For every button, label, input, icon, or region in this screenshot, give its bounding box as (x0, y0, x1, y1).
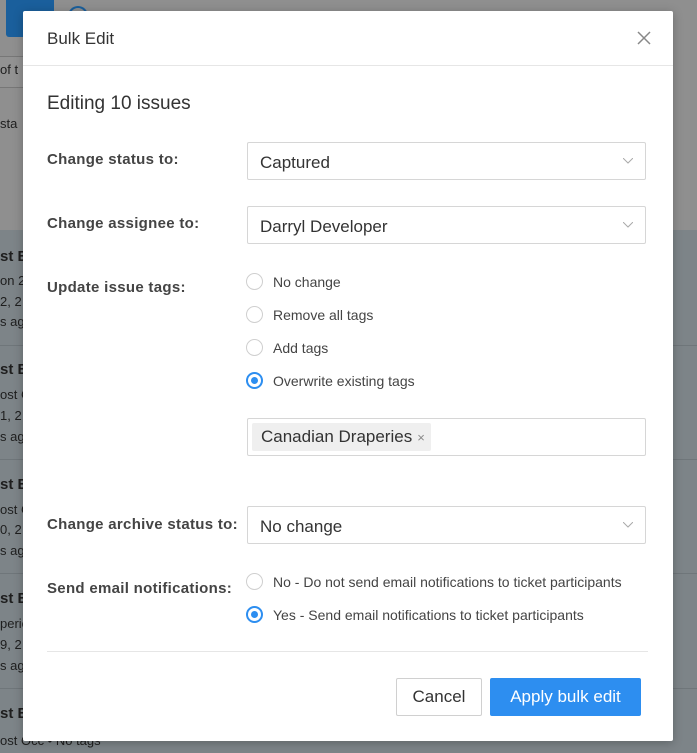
radio-button-selected[interactable] (246, 372, 263, 389)
archive-label: Change archive status to: (47, 516, 238, 533)
chevron-down-icon (623, 222, 633, 228)
modal-header: Bulk Edit (23, 11, 673, 66)
radio-button[interactable] (246, 573, 263, 590)
email-label: Send email notifications: (47, 580, 233, 597)
remove-tag-icon[interactable]: × (417, 430, 425, 445)
assignee-select[interactable]: Darryl Developer (247, 206, 646, 244)
radio-label: Remove all tags (273, 307, 374, 323)
tags-label: Update issue tags: (47, 279, 186, 296)
radio-label: Overwrite existing tags (273, 373, 415, 389)
radio-button-selected[interactable] (246, 606, 263, 623)
radio-label: Add tags (273, 340, 329, 356)
background-text: of t (0, 62, 19, 77)
radio-button[interactable] (246, 339, 263, 356)
background-text: 9, 2 (0, 637, 22, 652)
background-text: 1, 2 (0, 408, 22, 423)
modal-subtitle: Editing 10 issues (47, 93, 191, 114)
radio-label: No - Do not send email notifications to … (273, 574, 622, 590)
modal-title: Bulk Edit (47, 29, 115, 48)
tag-input[interactable]: Canadian Draperies × (247, 418, 646, 456)
close-button[interactable] (636, 30, 652, 46)
bulk-edit-modal: Bulk Edit Editing 10 issues Change statu… (23, 11, 673, 741)
footer-divider (47, 651, 648, 652)
apply-bulk-edit-button[interactable]: Apply bulk edit (490, 678, 641, 716)
assignee-label: Change assignee to: (47, 215, 200, 232)
status-label: Change status to: (47, 151, 179, 168)
assignee-select-value: Darryl Developer (260, 217, 388, 236)
tag-chip-label: Canadian Draperies (261, 427, 413, 446)
background-text: 0, 2 (0, 522, 22, 537)
cancel-button[interactable]: Cancel (396, 678, 482, 716)
status-select[interactable]: Captured (247, 142, 646, 180)
background-text: on 2 (0, 273, 26, 288)
background-text: sta (0, 116, 18, 131)
status-select-value: Captured (260, 153, 330, 172)
archive-select[interactable]: No change (247, 506, 646, 544)
radio-label: No change (273, 274, 341, 290)
radio-button[interactable] (246, 273, 263, 290)
chevron-down-icon (623, 158, 633, 164)
chevron-down-icon (623, 522, 633, 528)
tag-chip: Canadian Draperies × (252, 423, 431, 451)
radio-label: Yes - Send email notifications to ticket… (273, 607, 584, 623)
archive-select-value: No change (260, 517, 343, 536)
close-icon (637, 31, 651, 45)
background-text: 2, 2 (0, 294, 22, 309)
radio-button[interactable] (246, 306, 263, 323)
